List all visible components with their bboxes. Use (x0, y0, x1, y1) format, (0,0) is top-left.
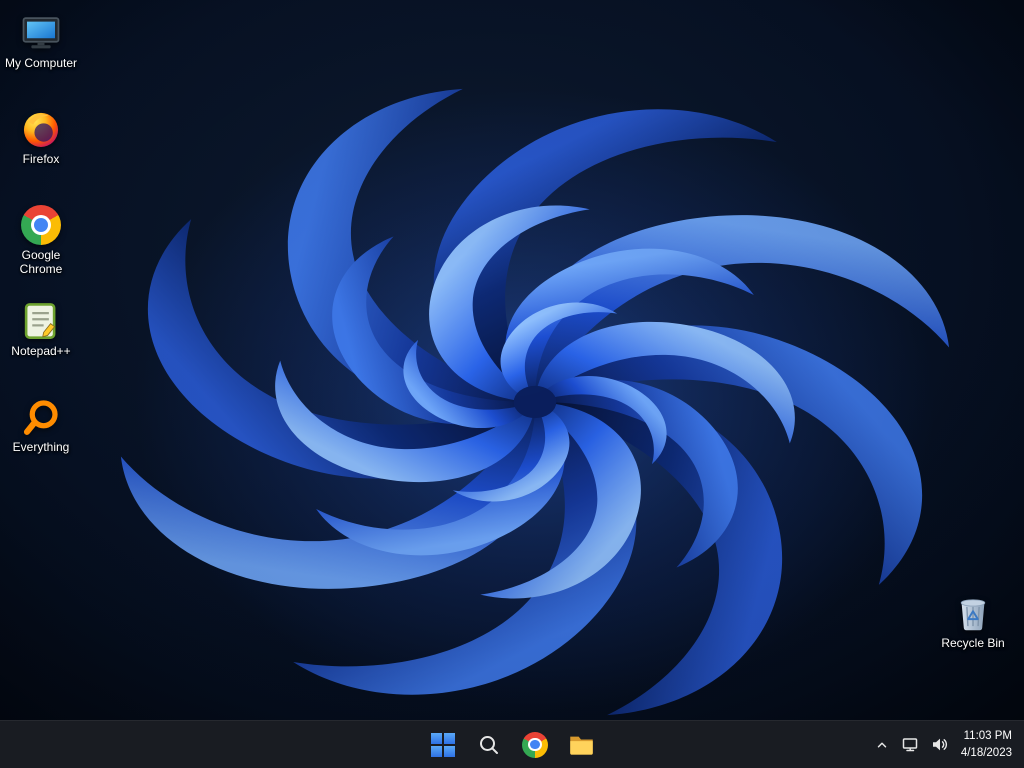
chrome-icon (522, 731, 548, 758)
desktop-icon-label: Firefox (22, 152, 60, 166)
tray-network-button[interactable] (897, 725, 924, 765)
firefox-icon (20, 108, 62, 150)
recycle-bin-icon (952, 592, 994, 634)
windows-logo-icon (431, 732, 455, 757)
system-tray: 11:03 PM 4/18/2023 (869, 721, 1020, 768)
file-explorer-icon (569, 736, 593, 755)
taskbar: 11:03 PM 4/18/2023 (0, 720, 1024, 768)
network-icon (902, 738, 918, 752)
desktop-icon-recycle-bin[interactable]: Recycle Bin (934, 588, 1012, 684)
chrome-icon (20, 204, 62, 246)
tray-chevron-button[interactable] (869, 725, 895, 765)
search-button[interactable] (469, 725, 509, 765)
desktop[interactable]: My Computer Firefox Google Chrome Notepa… (0, 0, 1024, 768)
tray-volume-button[interactable] (926, 725, 953, 765)
search-icon (480, 735, 498, 754)
clock-date: 4/18/2023 (960, 746, 1012, 759)
desktop-icon-label: Notepad++ (11, 344, 71, 358)
desktop-icon-google-chrome[interactable]: Google Chrome (2, 200, 80, 296)
desktop-icon-my-computer[interactable]: My Computer (2, 8, 80, 104)
desktop-icon-label: Everything (12, 440, 70, 454)
wallpaper-image (0, 0, 1024, 768)
clock-time: 11:03 PM (963, 730, 1012, 743)
desktop-icon-notepad-plus-plus[interactable]: Notepad++ (2, 296, 80, 392)
desktop-icon-label: Recycle Bin (941, 636, 1005, 650)
taskbar-file-explorer-button[interactable] (561, 725, 601, 765)
desktop-icon-everything[interactable]: Everything (2, 392, 80, 488)
my-computer-icon (20, 12, 62, 54)
start-button[interactable] (423, 725, 463, 765)
desktop-icon-list: My Computer Firefox Google Chrome Notepa… (2, 8, 80, 488)
taskbar-clock[interactable]: 11:03 PM 4/18/2023 (955, 726, 1020, 762)
notepad-plus-plus-icon (20, 300, 62, 342)
desktop-icon-label: Google Chrome (19, 248, 63, 276)
speaker-icon (932, 738, 947, 751)
taskbar-center-icons (423, 721, 601, 768)
desktop-icon-firefox[interactable]: Firefox (2, 104, 80, 200)
taskbar-chrome-button[interactable] (515, 725, 555, 765)
chevron-up-icon (877, 742, 887, 747)
everything-icon (20, 396, 62, 438)
desktop-icon-label: My Computer (4, 56, 78, 70)
